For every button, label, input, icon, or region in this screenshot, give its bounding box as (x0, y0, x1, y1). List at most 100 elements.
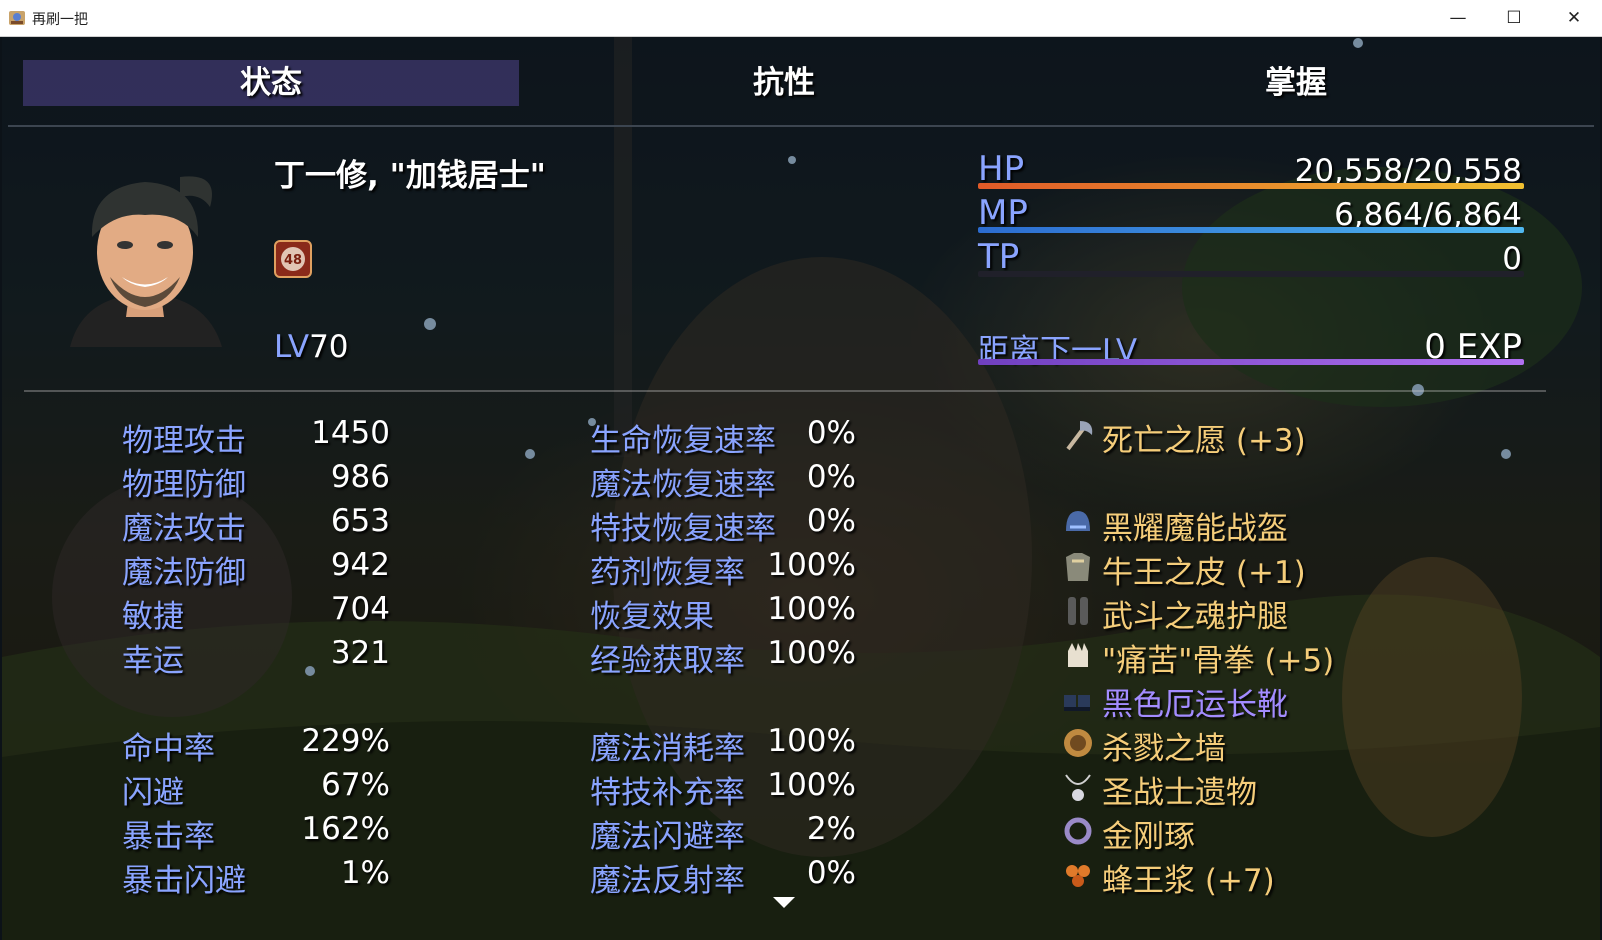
minimize-button[interactable]: — (1430, 0, 1486, 36)
stat-label: 暴击率 (122, 819, 215, 855)
stat-label: 魔法攻击 (122, 511, 246, 547)
armor-icon (1066, 553, 1090, 581)
scroll-down-arrow-icon[interactable] (773, 897, 795, 908)
actor-name: 丁一修, "加钱居士" (274, 158, 546, 194)
boots-icon (1064, 695, 1090, 711)
stat-label: 命中率 (122, 731, 215, 767)
stat-value: 653 (330, 503, 390, 539)
stat-value: 0% (806, 855, 856, 891)
hp-gauge-fill (978, 183, 1524, 189)
equipment-name: "痛苦"骨拳 (+5) (1102, 643, 1335, 679)
stat-value: 162% (301, 811, 390, 847)
equipment-name: 武斗之魂护腿 (1102, 599, 1288, 635)
stat-row: 物理攻击 1450 (122, 415, 422, 459)
level-value: 70 (309, 329, 349, 365)
stat-label: 幸运 (122, 643, 184, 679)
tab-status[interactable]: 状态 (23, 60, 519, 106)
exp-gauge (978, 359, 1524, 365)
section-divider (24, 390, 1546, 392)
stat-value: 100% (767, 635, 856, 671)
amulet-icon (1065, 774, 1091, 801)
window-titlebar: 再刷一把 — ☐ ✕ (0, 0, 1602, 37)
stat-row: 暴击率 162% (122, 811, 422, 855)
stat-value: 1% (340, 855, 390, 891)
stat-row: 敏捷 704 (122, 591, 422, 635)
equipment-name: 金刚琢 (1102, 819, 1195, 855)
mp-gauge-fill (978, 227, 1524, 233)
stat-value: 67% (321, 767, 390, 803)
stat-label: 特技补充率 (590, 775, 745, 811)
maximize-button[interactable]: ☐ (1486, 0, 1542, 36)
stat-label: 魔法闪避率 (590, 819, 745, 855)
stat-value: 0% (806, 459, 856, 495)
helmet-icon (1066, 511, 1090, 531)
stat-label: 闪避 (122, 775, 184, 811)
tabs-divider (8, 125, 1594, 127)
close-button[interactable]: ✕ (1546, 0, 1602, 36)
app-icon (9, 11, 25, 25)
mp-gauge (978, 227, 1524, 233)
actor-level: LV70 (274, 329, 349, 365)
exp-gauge-fill (978, 359, 1524, 365)
stat-row: 命中率 229% (122, 723, 422, 767)
stat-value: 1450 (311, 415, 390, 451)
stat-row: 魔法攻击 653 (122, 503, 422, 547)
stat-row: 魔法防御 942 (122, 547, 422, 591)
equipment-name: 圣战士遗物 (1102, 775, 1257, 811)
stat-value: 229% (301, 723, 390, 759)
stat-label: 敏捷 (122, 599, 184, 635)
stat-label: 魔法防御 (122, 555, 246, 591)
stat-value: 704 (330, 591, 390, 627)
tp-gauge (978, 271, 1524, 277)
tab-resistance[interactable]: 抗性 (536, 60, 1032, 106)
stat-row: 魔法闪避率 2% (590, 811, 890, 855)
axe-icon (1066, 421, 1093, 451)
equipment-name: 牛王之皮 (+1) (1102, 555, 1306, 591)
actor-portrait (70, 176, 222, 347)
stat-row: 魔法恢复速率 0% (590, 459, 890, 503)
stat-row: 魔法消耗率 100% (590, 723, 890, 767)
stat-row: 生命恢复速率 0% (590, 415, 890, 459)
stat-value: 100% (767, 591, 856, 627)
hp-gauge (978, 183, 1524, 189)
honey-icon (1066, 865, 1090, 887)
equipment-name: 黑色厄运长靴 (1102, 687, 1288, 723)
stat-row: 恢复效果 100% (590, 591, 890, 635)
stat-label: 魔法消耗率 (590, 731, 745, 767)
stat-label: 暴击闪避 (122, 863, 246, 899)
stat-value: 321 (330, 635, 390, 671)
stat-value: 0% (806, 415, 856, 451)
equipment-name: 黑耀魔能战盔 (1102, 511, 1288, 547)
equipment-name: 死亡之愿 (+3) (1102, 423, 1306, 459)
stat-label: 经验获取率 (590, 643, 745, 679)
equipment-name: 蜂王浆 (+7) (1102, 863, 1275, 899)
stat-value: 2% (806, 811, 856, 847)
ring-icon (1064, 817, 1092, 845)
tab-mastery[interactable]: 掌握 (1048, 60, 1544, 106)
stat-row: 药剂恢复率 100% (590, 547, 890, 591)
stat-label: 物理攻击 (122, 423, 246, 459)
stat-row: 魔法反射率 0% (590, 855, 890, 899)
window-title: 再刷一把 (32, 11, 88, 27)
gauntlet-icon (1068, 643, 1088, 667)
stat-row: 闪避 67% (122, 767, 422, 811)
stat-label: 药剂恢复率 (590, 555, 745, 591)
shield-icon (1064, 729, 1092, 757)
stat-row: 物理防御 986 (122, 459, 422, 503)
stat-value: 100% (767, 547, 856, 583)
greaves-icon (1068, 597, 1088, 625)
stat-row: 幸运 321 (122, 635, 422, 679)
stat-label: 恢复效果 (590, 599, 714, 635)
stat-row: 特技恢复速率 0% (590, 503, 890, 547)
stat-row: 暴击闪避 1% (122, 855, 422, 899)
level-label: LV (274, 329, 310, 365)
stat-value: 986 (330, 459, 390, 495)
stat-value: 100% (767, 767, 856, 803)
stat-row: 特技补充率 100% (590, 767, 890, 811)
stat-value: 0% (806, 503, 856, 539)
buff-state-icon: 48 (274, 240, 312, 278)
status-scene: 状态 抗性 掌握 丁一修, "加钱居士" 48 LV70 HP 20,558/2… (2, 37, 1600, 940)
stat-row: 经验获取率 100% (590, 635, 890, 679)
stat-value: 942 (330, 547, 390, 583)
stat-label: 魔法反射率 (590, 863, 745, 899)
